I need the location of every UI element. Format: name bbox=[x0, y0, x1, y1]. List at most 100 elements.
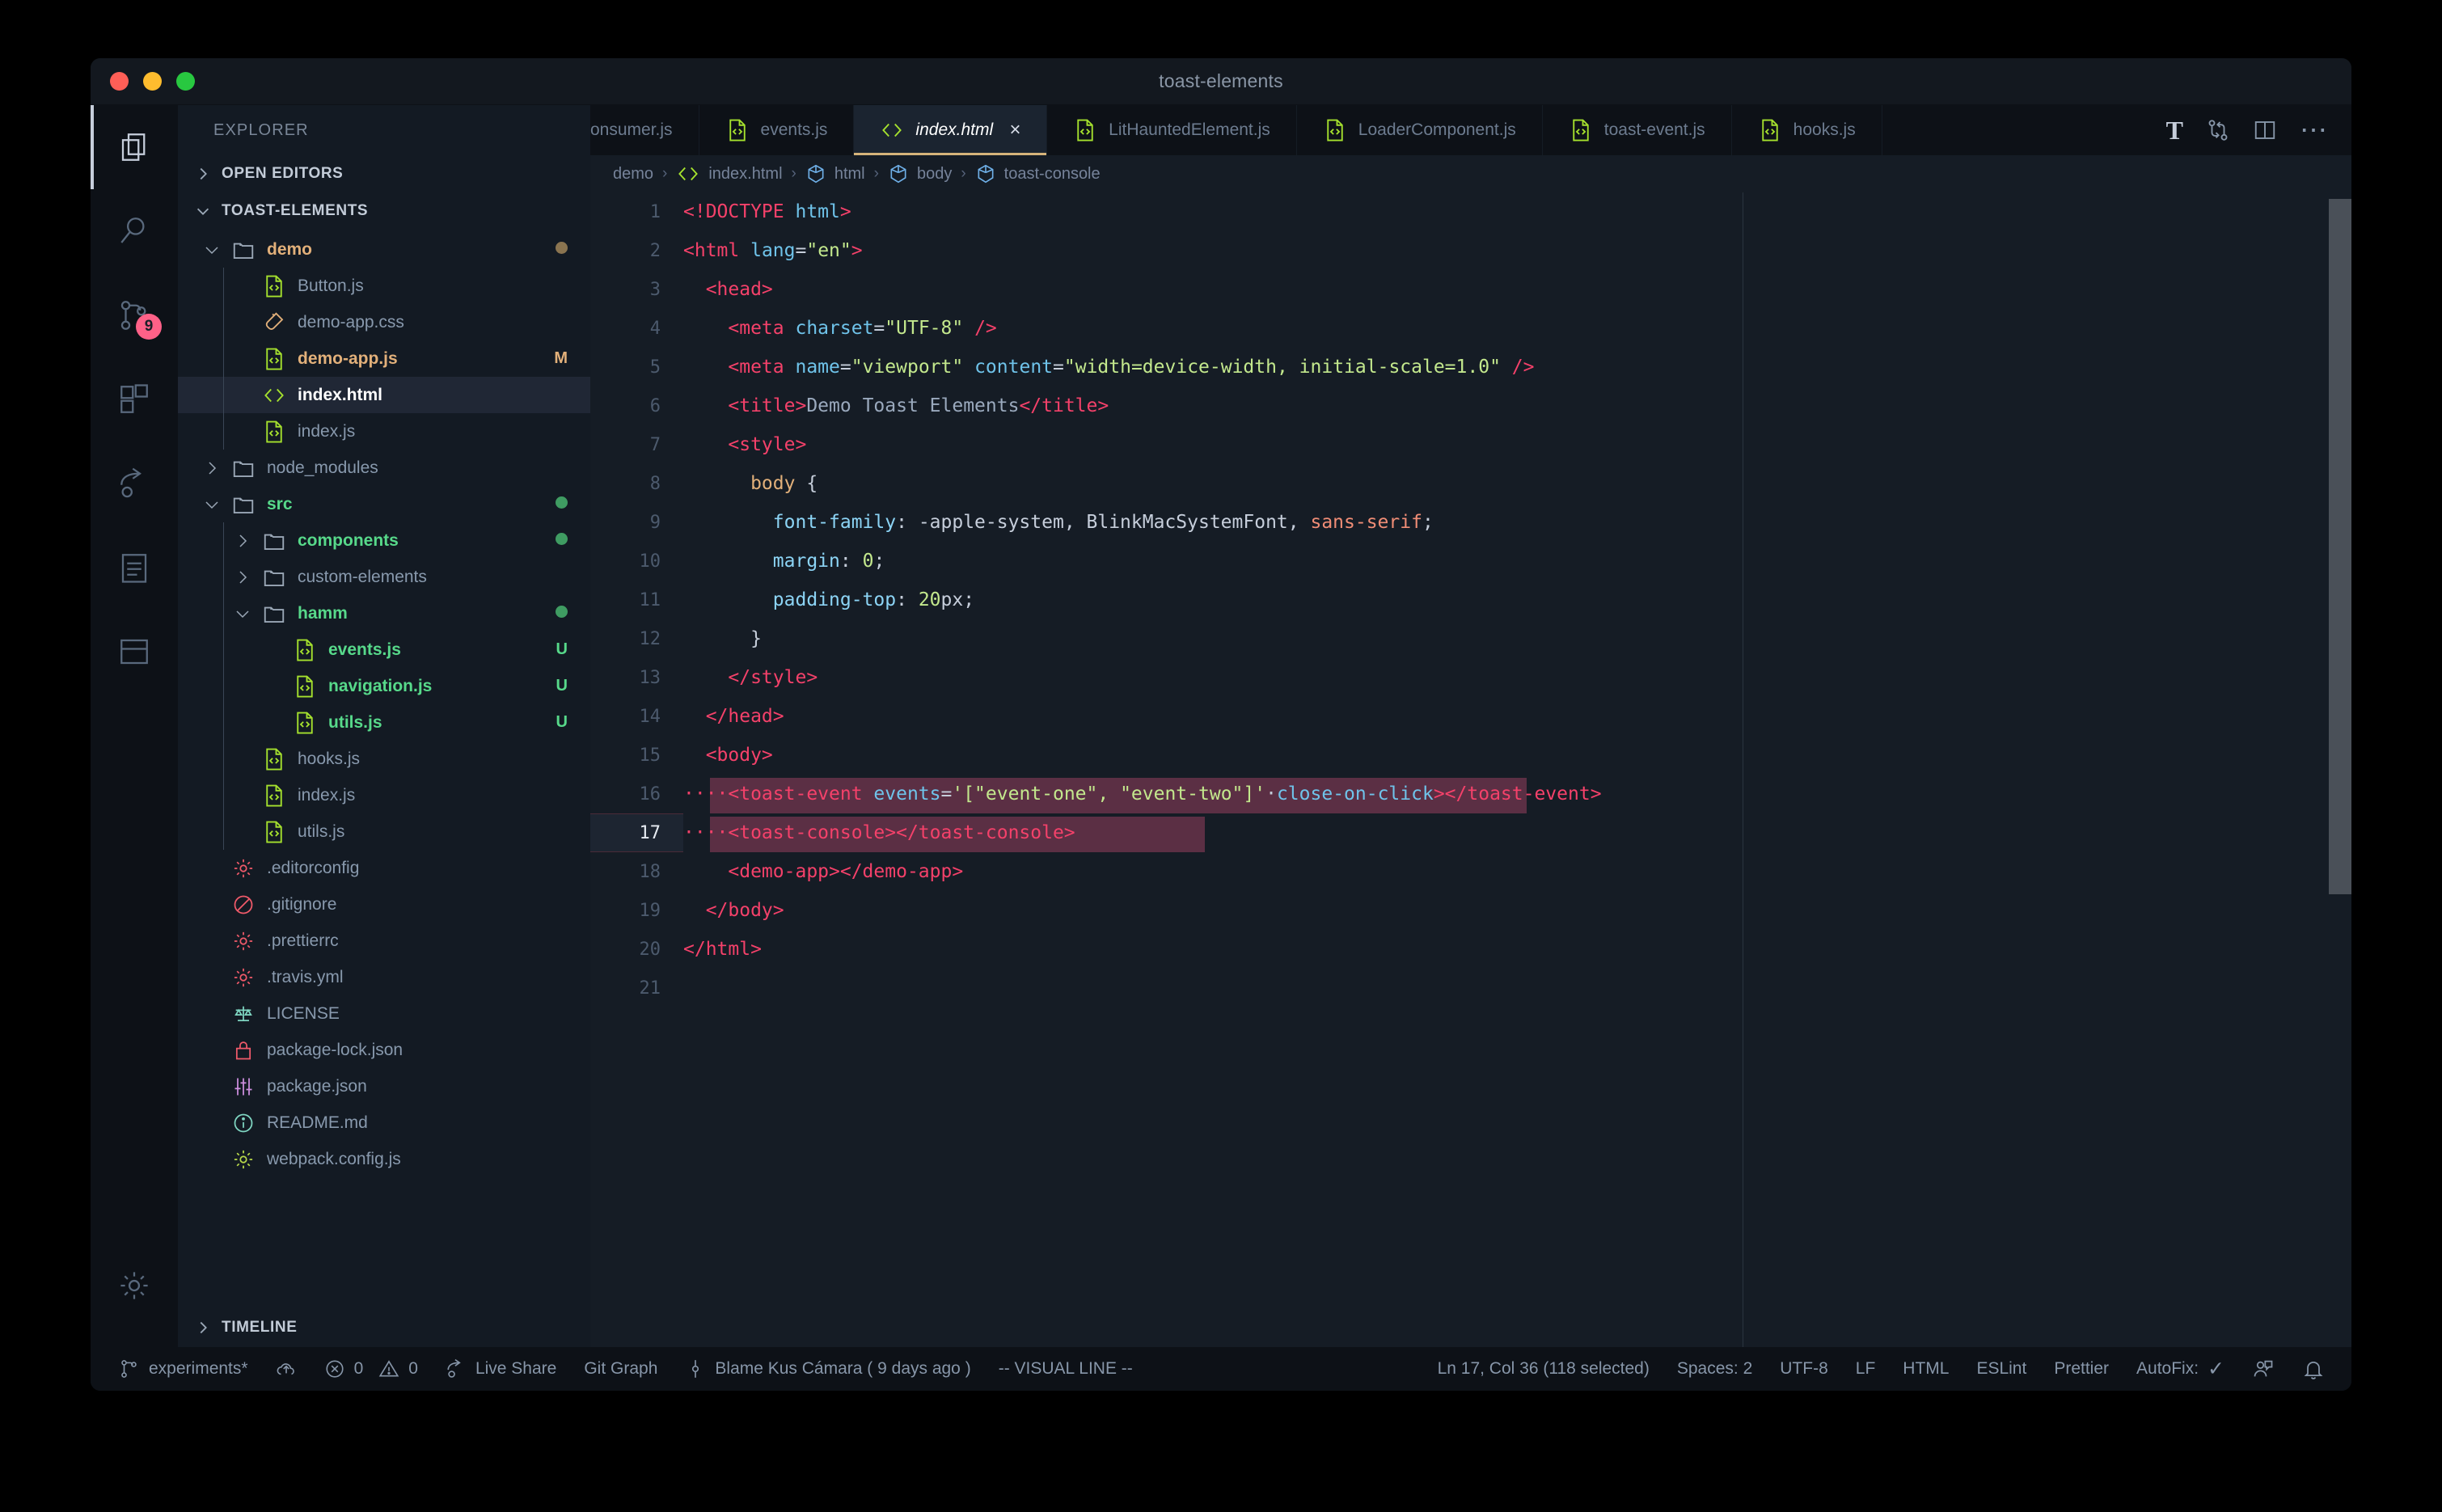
code-line-13[interactable]: 13 </style> bbox=[590, 658, 2351, 697]
tab-loadercomponent-js[interactable]: LoaderComponent.js bbox=[1297, 105, 1543, 155]
code-line-9[interactable]: 9 font-family: -apple-system, BlinkMacSy… bbox=[590, 503, 2351, 542]
activity-manage-settings[interactable] bbox=[91, 1244, 178, 1328]
tree-file-utils-js[interactable]: utils.js U bbox=[178, 704, 590, 741]
status-encoding[interactable]: UTF-8 bbox=[1766, 1359, 1842, 1379]
split-editor-icon[interactable] bbox=[2253, 118, 2277, 142]
maximize-window-button[interactable] bbox=[176, 72, 195, 91]
code-line-3[interactable]: 3 <head> bbox=[590, 270, 2351, 309]
code-line-14[interactable]: 14 </head> bbox=[590, 697, 2351, 736]
tree-folder-hamm[interactable]: hamm bbox=[178, 595, 590, 631]
status-label: ESLint bbox=[1976, 1359, 2027, 1378]
code-line-17[interactable]: 17 ····<toast-console></toast-console> bbox=[590, 813, 2351, 852]
code-line-15[interactable]: 15 <body> bbox=[590, 736, 2351, 775]
status-feedback[interactable] bbox=[2238, 1358, 2288, 1380]
tree-file-index-js[interactable]: index.js bbox=[178, 777, 590, 813]
code-line-10[interactable]: 10 margin: 0; bbox=[590, 542, 2351, 581]
activity-live-share[interactable] bbox=[91, 441, 178, 526]
status-sync[interactable] bbox=[262, 1358, 311, 1379]
breadcrumb-item-html[interactable]: html bbox=[805, 163, 865, 184]
code-line-19[interactable]: 19 </body> bbox=[590, 891, 2351, 930]
tree-file-webpack-config-js[interactable]: webpack.config.js bbox=[178, 1141, 590, 1177]
more-actions-icon[interactable]: ⋯ bbox=[2300, 116, 2327, 144]
status-indentation[interactable]: Spaces: 2 bbox=[1663, 1359, 1766, 1379]
section-open-editors[interactable]: OPEN EDITORS bbox=[178, 155, 590, 192]
section-toast-elements[interactable]: TOAST-ELEMENTS bbox=[178, 192, 590, 230]
tree-file-prettierrc[interactable]: .prettierrc bbox=[178, 923, 590, 959]
status-problems[interactable]: 00 bbox=[311, 1358, 432, 1379]
code-line-2[interactable]: 2 <html lang="en"> bbox=[590, 231, 2351, 270]
activity-todo-tree[interactable] bbox=[91, 526, 178, 610]
tree-file-hooks-js[interactable]: hooks.js bbox=[178, 741, 590, 777]
activity-remote-explorer[interactable] bbox=[91, 610, 178, 694]
tree-file-demo-app-css[interactable]: demo-app.css bbox=[178, 304, 590, 340]
minimize-window-button[interactable] bbox=[143, 72, 162, 91]
tab-hooks-js[interactable]: hooks.js bbox=[1732, 105, 1882, 155]
section-timeline[interactable]: TIMELINE bbox=[178, 1308, 590, 1347]
status-git-graph[interactable]: Git Graph bbox=[570, 1359, 671, 1379]
tree-folder-src[interactable]: src bbox=[178, 486, 590, 522]
tree-file-package-json[interactable]: package.json bbox=[178, 1068, 590, 1104]
tree-file-index-html[interactable]: index.html bbox=[178, 377, 590, 413]
tab-onsumer-js[interactable]: onsumer.js bbox=[590, 105, 699, 155]
tab-toast-event-js[interactable]: toast-event.js bbox=[1543, 105, 1732, 155]
git-compare-icon[interactable] bbox=[2206, 118, 2230, 142]
tree-file-index-js[interactable]: index.js bbox=[178, 413, 590, 450]
tree-file-demo-app-js[interactable]: demo-app.js M bbox=[178, 340, 590, 377]
tab-events-js[interactable]: events.js bbox=[699, 105, 855, 155]
tree-file-gitignore[interactable]: .gitignore bbox=[178, 886, 590, 923]
token: <html bbox=[683, 240, 751, 261]
breadcrumb-item-body[interactable]: body bbox=[888, 163, 952, 184]
code-line-5[interactable]: 5 <meta name="viewport" content="width=d… bbox=[590, 348, 2351, 386]
tree-file-utils-js[interactable]: utils.js bbox=[178, 813, 590, 850]
status-branch[interactable]: experiments* bbox=[105, 1358, 262, 1379]
sliders-icon bbox=[234, 1078, 252, 1095]
code-line-4[interactable]: 4 <meta charset="UTF-8" /> bbox=[590, 309, 2351, 348]
status-cursor-position[interactable]: Ln 17, Col 36 (118 selected) bbox=[1424, 1359, 1663, 1379]
status-autofix[interactable]: AutoFix: ✓ bbox=[2123, 1357, 2238, 1381]
status-vim-mode[interactable]: -- VISUAL LINE -- bbox=[985, 1359, 1147, 1379]
code-line-21[interactable]: 21 bbox=[590, 969, 2351, 1007]
code-line-6[interactable]: 6 <title>Demo Toast Elements</title> bbox=[590, 386, 2351, 425]
tree-file-editorconfig[interactable]: .editorconfig bbox=[178, 850, 590, 886]
tree-file-events-js[interactable]: events.js U bbox=[178, 631, 590, 668]
breadcrumb-item-demo[interactable]: demo bbox=[613, 165, 653, 184]
code-line-16[interactable]: 16 ····<toast-event events='["event-one",… bbox=[590, 775, 2351, 813]
activity-search[interactable] bbox=[91, 189, 178, 273]
tree-file-travis-yml[interactable]: .travis.yml bbox=[178, 959, 590, 995]
tree-file-package-lock-json[interactable]: package-lock.json bbox=[178, 1032, 590, 1068]
code-line-20[interactable]: 20 </html> bbox=[590, 930, 2351, 969]
tree-folder-components[interactable]: components bbox=[178, 522, 590, 559]
status-eol[interactable]: LF bbox=[1842, 1359, 1890, 1379]
status-language-mode[interactable]: HTML bbox=[1889, 1359, 1962, 1379]
code-editor[interactable]: 1 <!DOCTYPE html> 2 <html lang="en"> 3 <head… bbox=[590, 192, 2351, 1347]
tree-file-navigation-js[interactable]: navigation.js U bbox=[178, 668, 590, 704]
code-line-11[interactable]: 11 padding-top: 20px; bbox=[590, 581, 2351, 619]
tree-folder-demo[interactable]: demo bbox=[178, 231, 590, 268]
code-line-8[interactable]: 8 body { bbox=[590, 464, 2351, 503]
code-line-1[interactable]: 1 <!DOCTYPE html> bbox=[590, 192, 2351, 231]
tab-lithauntedelement-js[interactable]: LitHauntedElement.js bbox=[1047, 105, 1297, 155]
tree-file-license[interactable]: LICENSE bbox=[178, 995, 590, 1032]
tree-file-readme-md[interactable]: README.md bbox=[178, 1104, 590, 1141]
tab-index-html[interactable]: index.html × bbox=[854, 105, 1048, 155]
activity-extensions[interactable] bbox=[91, 357, 178, 441]
status-eslint[interactable]: ESLint bbox=[1962, 1359, 2040, 1379]
status-git-blame[interactable]: Blame Kus Cámara ( 9 days ago ) bbox=[671, 1358, 984, 1379]
breadcrumb-item-index-html[interactable]: index.html bbox=[676, 162, 783, 186]
activity-source-control[interactable]: 9 bbox=[91, 273, 178, 357]
tree-folder-custom-elements[interactable]: custom-elements bbox=[178, 559, 590, 595]
tree-folder-node-modules[interactable]: node_modules bbox=[178, 450, 590, 486]
breadcrumb-item-toast-console[interactable]: toast-console bbox=[975, 163, 1101, 184]
status-notifications[interactable] bbox=[2288, 1358, 2338, 1380]
status-live-share[interactable]: Live Share bbox=[432, 1358, 570, 1379]
editor-scrollbar[interactable] bbox=[2329, 199, 2351, 894]
tree-file-button-js[interactable]: Button.js bbox=[178, 268, 590, 304]
code-line-18[interactable]: 18 <demo-app></demo-app> bbox=[590, 852, 2351, 891]
code-line-7[interactable]: 7 <style> bbox=[590, 425, 2351, 464]
tab-close-icon[interactable]: × bbox=[1009, 119, 1020, 141]
close-window-button[interactable] bbox=[110, 72, 129, 91]
format-T-icon[interactable]: T bbox=[2166, 116, 2183, 146]
status-prettier[interactable]: Prettier bbox=[2040, 1359, 2123, 1379]
activity-explorer[interactable] bbox=[91, 105, 178, 189]
code-line-12[interactable]: 12 } bbox=[590, 619, 2351, 658]
